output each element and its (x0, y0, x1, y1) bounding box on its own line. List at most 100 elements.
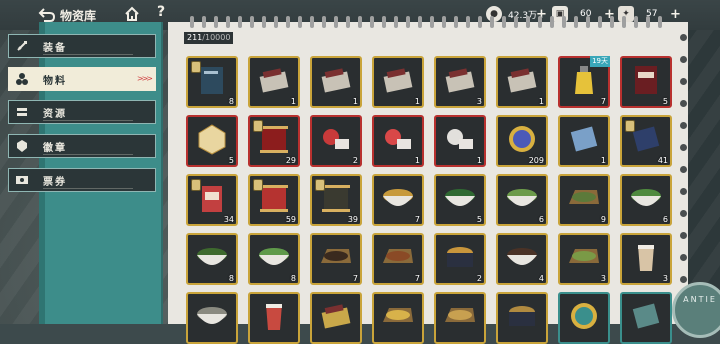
item-quantity: 1 (600, 156, 606, 165)
inventory-item[interactable]: 2 (310, 115, 362, 167)
inventory-item[interactable]: 5 (434, 174, 486, 226)
tab-equipment[interactable]: 装备 (8, 34, 156, 58)
inventory-item[interactable]: 1 (434, 115, 486, 167)
binder-hole (680, 78, 687, 85)
item-quantity: 2 (476, 274, 482, 283)
spiral-ring (514, 16, 518, 28)
item-icon (569, 249, 599, 263)
inventory-item[interactable]: 41 (620, 115, 672, 167)
inventory-item[interactable]: 7 (372, 174, 424, 226)
binder-hole (680, 232, 687, 239)
inventory-item[interactable]: 5 (186, 115, 238, 167)
spiral-ring (502, 16, 506, 28)
divider (43, 54, 133, 55)
ticket-tab-icon (16, 176, 28, 184)
item-icon (197, 307, 227, 324)
inventory-item[interactable] (372, 292, 424, 344)
spiral-ring (454, 16, 458, 28)
item-icon (507, 189, 537, 206)
inventory-item[interactable]: 39 (310, 174, 362, 226)
spiral-ring (406, 16, 410, 28)
item-icon (447, 129, 473, 149)
inventory-item[interactable]: 1 (558, 115, 610, 167)
tab-tickets[interactable]: 票券 (8, 168, 156, 192)
inventory-item[interactable]: 19天 7 (558, 56, 610, 108)
tab-label: 物料 (43, 75, 67, 87)
inventory-item[interactable] (620, 292, 672, 344)
item-quantity: 39 (347, 215, 358, 224)
binder-hole (680, 122, 687, 129)
inventory-item[interactable]: 8 (248, 233, 300, 285)
inventory-item[interactable]: 1 (248, 56, 300, 108)
notebook-spiral (168, 16, 688, 30)
spiral-ring (322, 16, 326, 28)
inventory-item[interactable]: 9 (558, 174, 610, 226)
inventory-item[interactable]: 1 (372, 115, 424, 167)
tab-resources[interactable]: 资源 (8, 100, 156, 124)
item-grid: 8 1 1 1 3 1 19天 7 5 5 29 2 1 1 209 1 41 34 59 39 7 5 6 9 6 8 8 7 7 2 4… (186, 56, 676, 344)
spiral-ring (622, 16, 626, 28)
inventory-item[interactable]: 34 (186, 174, 238, 226)
binder-hole (680, 144, 687, 151)
inventory-item[interactable] (496, 292, 548, 344)
inventory-item[interactable]: 8 (186, 56, 238, 108)
inventory-item[interactable]: 7 (372, 233, 424, 285)
item-quantity: 5 (228, 156, 234, 165)
spiral-ring (334, 16, 338, 28)
help-button[interactable]: ? (157, 4, 165, 20)
item-quantity: 5 (662, 97, 668, 106)
tab-materials[interactable]: 物料 >>> (8, 67, 156, 91)
item-quantity: 3 (662, 274, 668, 283)
item-icon (383, 68, 413, 93)
spiral-ring (346, 16, 350, 28)
inventory-item[interactable] (310, 292, 362, 344)
inventory-item[interactable]: 3 (558, 233, 610, 285)
tab-label: 装备 (43, 42, 67, 54)
spiral-ring (478, 16, 482, 28)
spiral-ring (586, 16, 590, 28)
item-quantity: 9 (600, 215, 606, 224)
spiral-ring (634, 16, 638, 28)
inventory-item[interactable]: 4 (496, 233, 548, 285)
inventory-item[interactable]: 1 (310, 56, 362, 108)
divider (43, 188, 133, 189)
item-icon (569, 190, 599, 204)
inventory-item[interactable]: 3 (434, 56, 486, 108)
item-icon (571, 303, 597, 329)
inventory-item[interactable]: 1 (372, 56, 424, 108)
inventory-item[interactable]: 7 (310, 233, 362, 285)
home-icon[interactable] (124, 6, 140, 22)
spiral-ring (658, 16, 662, 28)
inventory-item[interactable] (186, 292, 238, 344)
inventory-item[interactable]: 209 (496, 115, 548, 167)
inventory-item[interactable]: 59 (248, 174, 300, 226)
inventory-item[interactable]: 6 (620, 174, 672, 226)
item-quantity: 34 (223, 215, 234, 224)
inventory-item[interactable]: 6 (496, 174, 548, 226)
inventory-item[interactable]: 8 (186, 233, 238, 285)
item-icon (635, 66, 657, 94)
item-icon (638, 245, 654, 271)
inventory-item[interactable]: 29 (248, 115, 300, 167)
spiral-ring (466, 16, 470, 28)
item-quantity: 209 (528, 156, 544, 165)
item-icon (445, 189, 475, 206)
inventory-item[interactable]: 1 (496, 56, 548, 108)
item-icon (383, 249, 413, 263)
tab-badges[interactable]: 徽章 (8, 134, 156, 158)
spiral-ring (394, 16, 398, 28)
item-icon (383, 189, 413, 206)
item-quantity: 41 (657, 156, 668, 165)
page-title: 物资库 (60, 8, 97, 23)
item-quantity: 29 (285, 156, 296, 165)
inventory-item[interactable] (248, 292, 300, 344)
inventory-item[interactable] (434, 292, 486, 344)
tab-label: 徽章 (43, 142, 67, 154)
binder-hole (680, 188, 687, 195)
inventory-item[interactable]: 2 (434, 233, 486, 285)
divider (43, 120, 133, 121)
tab-label: 票券 (43, 176, 67, 188)
inventory-item[interactable] (558, 292, 610, 344)
inventory-item[interactable]: 3 (620, 233, 672, 285)
inventory-item[interactable]: 5 (620, 56, 672, 108)
